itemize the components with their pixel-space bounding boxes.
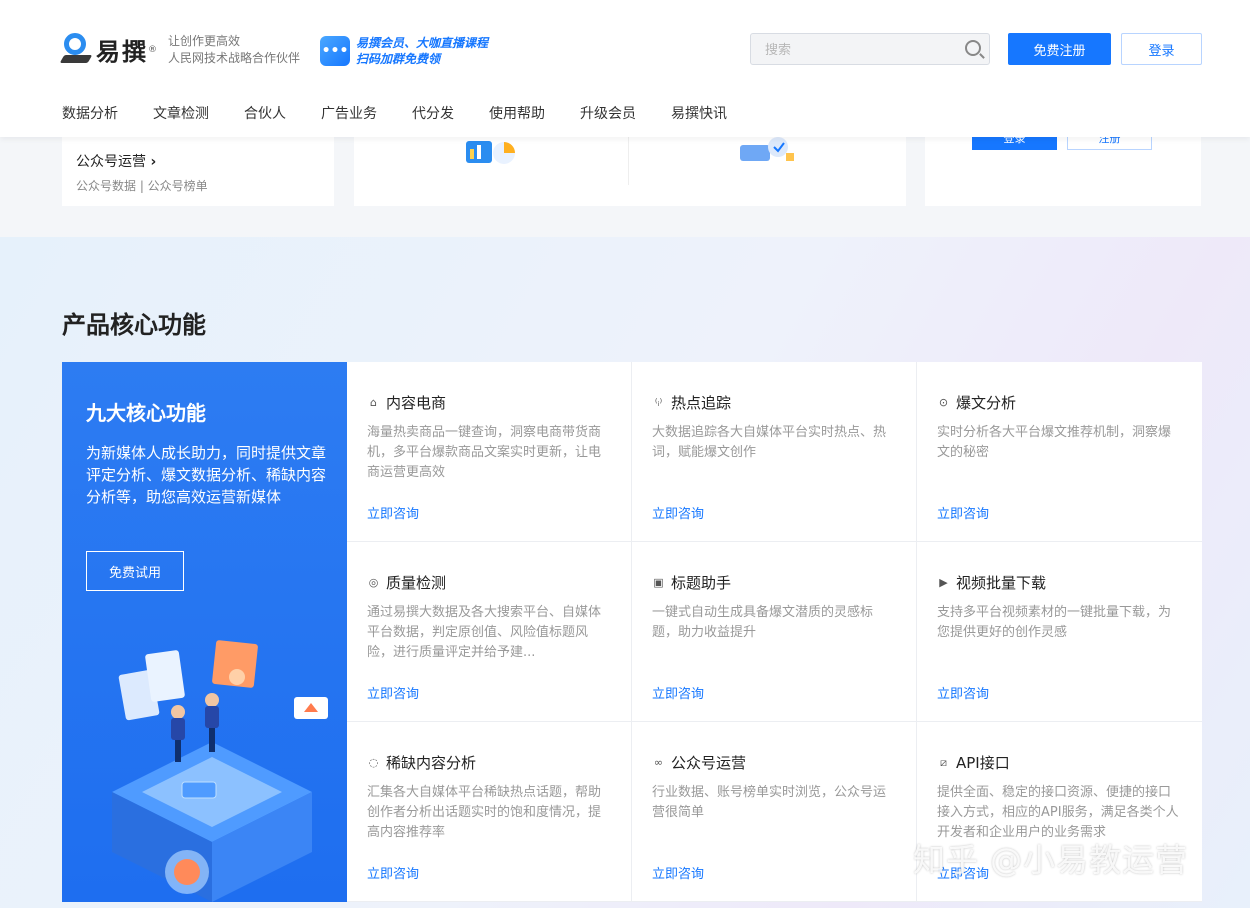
slogan: 让创作更高效 人民网技术战略合作伙伴 bbox=[168, 33, 300, 67]
panel-title: 九大核心功能 bbox=[86, 401, 206, 425]
nav-item-distribution[interactable]: 代分发 bbox=[412, 103, 454, 123]
promo-banner[interactable]: ••• 易撰会员、大咖直播课程 扫码加群免费领 bbox=[320, 35, 488, 67]
feature-card-viral-analysis[interactable]: ⊙ 爆文分析 实时分析各大平台爆文推荐机制，洞察爆文的秘密 立即咨询 bbox=[917, 362, 1202, 542]
consult-link[interactable]: 立即咨询 bbox=[937, 683, 989, 702]
divider bbox=[628, 137, 629, 185]
feature-description: 行业数据、账号榜单实时浏览，公众号运营很简单 bbox=[652, 785, 887, 820]
nav-item-partner[interactable]: 合伙人 bbox=[244, 103, 286, 123]
feature-card-wechat-ops[interactable]: ∞ 公众号运营 行业数据、账号榜单实时浏览，公众号运营很简单 立即咨询 bbox=[632, 722, 917, 902]
search-box bbox=[750, 33, 990, 65]
feature-title: 热点追踪 bbox=[671, 394, 732, 412]
feature-title: 公众号运营 bbox=[671, 754, 747, 772]
feature-description: 支持多平台视频素材的一键批量下载，为您提供更好的创作灵感 bbox=[937, 605, 1172, 640]
feature-description: 一键式自动生成具备爆文潜质的灵感标题，助力收益提升 bbox=[652, 605, 874, 640]
wechat-icon: ∞ bbox=[653, 756, 664, 769]
bag-icon: ⌂ bbox=[370, 396, 377, 409]
analytics-illustration-icon bbox=[466, 141, 515, 164]
feature-title: 质量检测 bbox=[386, 574, 447, 592]
partial-cards-row: 公众号运营 › 公众号数据 | 公众号榜单 登录 注册 bbox=[0, 137, 1250, 237]
feature-title: 标题助手 bbox=[671, 574, 732, 592]
feature-title: 稀缺内容分析 bbox=[386, 754, 477, 772]
site-header: 易撰 ® 让创作更高效 人民网技术战略合作伙伴 ••• 易撰会员、大咖直播课程 … bbox=[0, 0, 1250, 137]
feature-description: 提供全面、稳定的接口资源、便捷的接口接入方式，相应的API服务，满足各类个人开发… bbox=[937, 785, 1179, 840]
signal-icon: ⁽ᵢ⁾ bbox=[654, 396, 663, 409]
feature-card-scarce-content[interactable]: ◌ 稀缺内容分析 汇集各大自媒体平台稀缺热点话题，帮助创作者分析出话题实时的饱和度… bbox=[347, 722, 632, 902]
video-icon: ▶ bbox=[939, 576, 948, 589]
platform-illustration-icon bbox=[112, 640, 328, 902]
feature-title: API接口 bbox=[956, 754, 1010, 772]
nav-item-ads[interactable]: 广告业务 bbox=[321, 103, 377, 123]
slogan-line-1: 让创作更高效 bbox=[168, 34, 241, 48]
feature-description: 实时分析各大平台爆文推荐机制，洞察爆文的秘密 bbox=[937, 425, 1172, 460]
slogan-line-2: 人民网技术战略合作伙伴 bbox=[168, 51, 301, 65]
search-input[interactable] bbox=[751, 34, 951, 64]
target-icon: ⊙ bbox=[938, 396, 949, 409]
logo-text: 易撰 bbox=[96, 38, 148, 66]
card-login-button[interactable]: 登录 bbox=[972, 137, 1057, 150]
wechat-ops-card[interactable]: 公众号运营 › 公众号数据 | 公众号榜单 bbox=[62, 137, 334, 206]
wechat-ops-title: 公众号运营 › bbox=[76, 154, 157, 170]
free-trial-button[interactable]: 免费试用 bbox=[86, 551, 184, 591]
zhihu-watermark: 知乎 @小易教运营 bbox=[913, 841, 1189, 879]
consult-link[interactable]: 立即咨询 bbox=[652, 863, 704, 882]
check-circle-icon: ◎ bbox=[368, 576, 379, 589]
promo-line-2: 扫码加群免费领 bbox=[356, 52, 441, 66]
register-button[interactable]: 免费注册 bbox=[1008, 33, 1111, 65]
feature-card-content-ecommerce[interactable]: ⌂ 内容电商 海量热卖商品一键查询，洞察电商带货商机，多平台爆款商品文案实时更新，… bbox=[347, 362, 632, 542]
main-nav: 数据分析 文章检测 合伙人 广告业务 代分发 使用帮助 升级会员 易撰快讯 bbox=[62, 103, 762, 123]
site-logo[interactable]: 易撰 ® bbox=[59, 32, 157, 67]
consult-link[interactable]: 立即咨询 bbox=[367, 683, 419, 702]
consult-link[interactable]: 立即咨询 bbox=[937, 503, 989, 522]
feature-description: 海量热卖商品一键查询，洞察电商带货商机，多平台爆款商品文案实时更新，让电商运营更… bbox=[367, 425, 602, 480]
feature-title: 视频批量下载 bbox=[956, 574, 1047, 592]
feature-description: 大数据追踪各大自媒体平台实时热点、热词，赋能爆文创作 bbox=[652, 425, 887, 460]
consult-link[interactable]: 立即咨询 bbox=[652, 683, 704, 702]
nav-item-upgrade[interactable]: 升级会员 bbox=[580, 103, 636, 123]
promo-line-1: 易撰会员、大咖直播课程 bbox=[356, 36, 489, 50]
title-doc-icon: ▣ bbox=[653, 576, 664, 589]
panel-description: 为新媒体人成长助力，同时提供文章评定分析、爆文数据分析、稀缺内容分析等，助您高效… bbox=[86, 444, 327, 506]
feature-card-hot-tracking[interactable]: ⁽ᵢ⁾ 热点追踪 大数据追踪各大自媒体平台实时热点、热词，赋能爆文创作 立即咨询 bbox=[632, 362, 917, 542]
feature-description: 汇集各大自媒体平台稀缺热点话题，帮助创作者分析出话题实时的饱和度情况，提高内容推… bbox=[367, 785, 602, 840]
logo-registered-mark: ® bbox=[148, 44, 157, 55]
feature-grid: ⌂ 内容电商 海量热卖商品一键查询，洞察电商带货商机，多平台爆款商品文案实时更新，… bbox=[347, 362, 1202, 902]
core-features-section: 产品核心功能 九大核心功能 为新媒体人成长助力，同时提供文章评定分析、爆文数据分… bbox=[0, 237, 1250, 908]
consult-link[interactable]: 立即咨询 bbox=[367, 863, 419, 882]
nav-item-help[interactable]: 使用帮助 bbox=[489, 103, 545, 123]
logo-mark-icon bbox=[59, 32, 93, 67]
consult-link[interactable]: 立即咨询 bbox=[652, 503, 704, 522]
login-button[interactable]: 登录 bbox=[1121, 33, 1202, 65]
wechat-ops-subtitle: 公众号数据 | 公众号榜单 bbox=[76, 179, 208, 193]
consult-link[interactable]: 立即咨询 bbox=[367, 503, 419, 522]
feature-card-quality-check[interactable]: ◎ 质量检测 通过易撰大数据及各大搜索平台、自媒体平台数据，判定原创值、风险值标题… bbox=[347, 542, 632, 722]
api-icon: ⧄ bbox=[940, 755, 947, 769]
feature-illustration-card bbox=[354, 137, 906, 206]
tag-illustration-icon bbox=[740, 137, 794, 161]
card-register-button[interactable]: 注册 bbox=[1067, 137, 1152, 150]
core-features-panel: 九大核心功能 为新媒体人成长助力，同时提供文章评定分析、爆文数据分析、稀缺内容分… bbox=[62, 362, 347, 902]
chevron-right-icon: › bbox=[150, 154, 157, 170]
section-title: 产品核心功能 bbox=[62, 311, 206, 339]
auth-card: 登录 注册 bbox=[925, 137, 1201, 206]
nav-item-article-check[interactable]: 文章检测 bbox=[153, 103, 209, 123]
search-icon[interactable] bbox=[965, 40, 981, 56]
feature-title: 内容电商 bbox=[386, 394, 447, 412]
feature-card-video-download[interactable]: ▶ 视频批量下载 支持多平台视频素材的一键批量下载，为您提供更好的创作灵感 立即咨… bbox=[917, 542, 1202, 722]
nav-item-news[interactable]: 易撰快讯 bbox=[671, 103, 727, 123]
feature-description: 通过易撰大数据及各大搜索平台、自媒体平台数据，判定原创值、风险值标题风险，进行质… bbox=[367, 605, 602, 660]
feature-card-title-assistant[interactable]: ▣ 标题助手 一键式自动生成具备爆文潜质的灵感标题，助力收益提升 立即咨询 bbox=[632, 542, 917, 722]
chat-bubble-icon: ••• bbox=[320, 36, 350, 66]
feature-title: 爆文分析 bbox=[956, 394, 1017, 412]
chat-icon: ◌ bbox=[368, 756, 379, 769]
nav-item-data-analysis[interactable]: 数据分析 bbox=[62, 103, 118, 123]
